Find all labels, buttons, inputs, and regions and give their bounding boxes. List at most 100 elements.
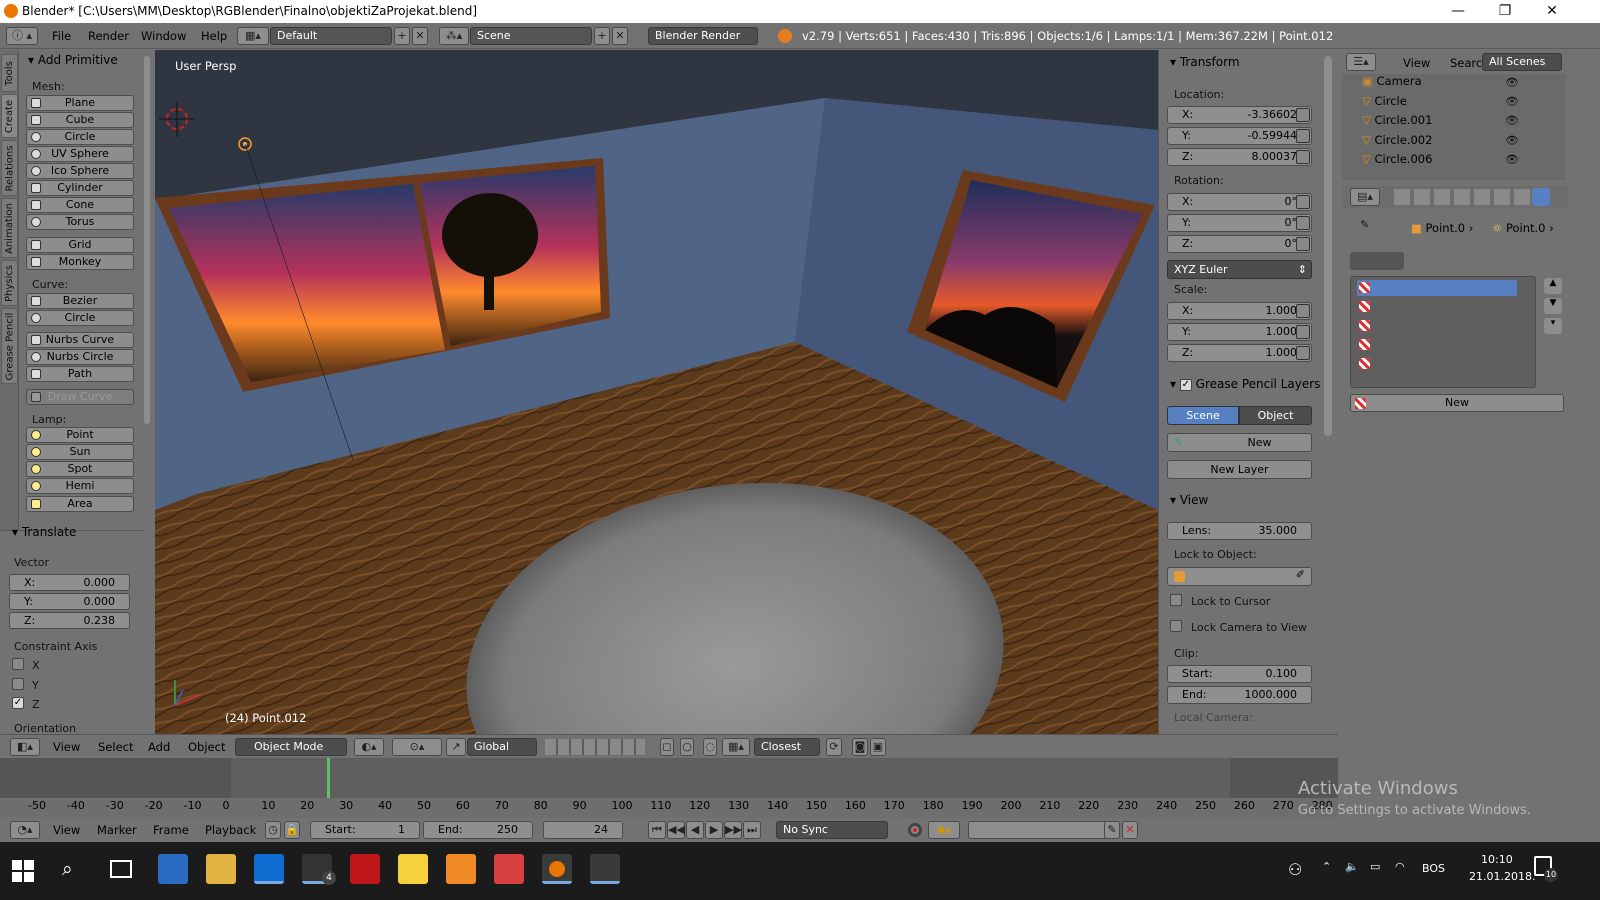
maximize-button[interactable]: ❐ [1482,0,1528,23]
battery-icon[interactable]: ▭ [1370,860,1380,873]
add-scene-button[interactable]: + [594,27,610,45]
add-cylinder-button[interactable]: Cylinder [26,180,134,196]
play-button[interactable]: ▶ [705,821,723,839]
properties-editor-icon[interactable]: ▤▴ [1350,188,1380,206]
outliner-filter-select[interactable]: All Scenes [1482,53,1562,71]
lock-rotation-y-icon[interactable] [1296,216,1310,230]
transform-header[interactable]: ▾ Transform [1170,55,1240,69]
translate-header[interactable]: ▾ Translate [12,525,76,539]
add-torus-button[interactable]: Torus [26,214,134,230]
vp-add-menu[interactable]: Add [148,740,170,754]
lock-location-z-icon[interactable] [1296,150,1310,164]
tab-create[interactable]: Create [1,94,18,138]
tab-physics[interactable]: Physics [1,260,18,306]
screen-layout-icon[interactable]: ▦▴ [237,27,269,45]
menu-help[interactable]: Help [201,29,227,43]
add-hemi-lamp-button[interactable]: Hemi [26,478,134,494]
paint-icon[interactable] [590,854,620,884]
snap-element-icon[interactable]: ▦▴ [722,738,750,756]
active-keying-set-field[interactable] [968,821,1108,839]
texture-slot-selected[interactable] [1357,280,1517,296]
snap-target-select[interactable]: Closest [754,738,820,756]
lock-rotation-x-icon[interactable] [1296,195,1310,209]
add-curve-circle-button[interactable]: Circle [26,310,134,326]
move-up-button[interactable]: ▲ [1544,278,1562,294]
add-grid-button[interactable]: Grid [26,237,134,253]
add-path-button[interactable]: Path [26,366,134,382]
timeline[interactable]: -50 -40 -30 -20 -10 0 10 20 30 40 50 60 70 80 90 100 110… [0,758,1338,818]
visibility-eye-icon[interactable]: 👁 [1505,153,1519,166]
viewport-shading-icon[interactable]: ◐▴ [354,738,384,756]
visibility-eye-icon[interactable]: 👁 [1505,76,1519,89]
visibility-eye-icon[interactable]: 👁 [1505,95,1519,108]
add-spot-lamp-button[interactable]: Spot [26,461,134,477]
add-point-lamp-button[interactable]: Point [26,427,134,443]
gp-scene-tab[interactable]: Scene [1167,406,1239,425]
minimize-button[interactable]: — [1435,0,1481,23]
prev-keyframe-button[interactable]: ◀◀ [667,821,685,839]
render-engine-select[interactable]: Blender Render [648,27,758,45]
remove-scene-button[interactable]: ✕ [612,27,628,45]
texture-slot-list[interactable] [1350,276,1536,388]
blender-taskbar-icon[interactable] [542,854,572,884]
tl-playback-menu[interactable]: Playback [205,823,256,837]
outliner-editor-icon[interactable]: ☰▴ [1346,53,1376,71]
sync-mode-select[interactable]: No Sync [776,821,888,839]
rotation-mode-select[interactable]: XYZ Euler ⇕ [1167,260,1312,279]
visibility-eye-icon[interactable]: 👁 [1505,114,1519,127]
search-icon[interactable]: ⌕ [62,858,73,880]
show-hidden-icons[interactable]: ⌃ [1322,860,1331,873]
close-button[interactable]: ✕ [1529,0,1575,23]
new-texture-button[interactable]: New [1350,394,1564,412]
lock-scale-y-icon[interactable] [1296,325,1310,339]
snap-icon[interactable]: ◌ [703,738,717,756]
snap-align-icon[interactable]: ⟳ [826,738,842,756]
current-frame-field[interactable]: 24 [543,821,623,839]
lock-range-icon[interactable]: 🔒 [284,821,300,839]
jump-start-button[interactable]: ⏮ [648,821,666,839]
jump-end-button[interactable]: ⏭ [743,821,761,839]
add-area-lamp-button[interactable]: Area [26,496,134,512]
outliner-view-menu[interactable]: View [1403,56,1430,70]
add-bezier-button[interactable]: Bezier [26,293,134,309]
constraint-y-checkbox[interactable] [12,678,24,690]
start-frame-field[interactable]: Start: 1 [310,821,420,839]
manipulator-icon[interactable]: ↗ [446,738,466,756]
location-z-field[interactable]: Z: 8.00037 [1167,148,1312,166]
scale-x-field[interactable]: X: 1.000 [1167,302,1312,320]
delete-keyframe-icon[interactable]: ✕ [1122,821,1138,839]
proportional-edit-icon[interactable]: ○ [680,738,694,756]
add-screen-button[interactable]: + [394,27,410,45]
add-nurbs-curve-button[interactable]: Nurbs Curve [26,332,134,348]
context-tab-icons[interactable] [1394,189,1554,205]
visibility-eye-icon[interactable]: 👁 [1505,134,1519,147]
lock-scale-z-icon[interactable] [1296,346,1310,360]
add-sun-lamp-button[interactable]: Sun [26,444,134,460]
gp-new-button[interactable]: ✎ New [1167,433,1312,452]
translate-y-field[interactable]: Y: 0.000 [9,593,130,610]
opengl-anim-icon[interactable]: ▣ [870,738,886,756]
record-button[interactable] [908,823,922,837]
translate-x-field[interactable]: X: 0.000 [9,574,130,591]
current-frame-marker[interactable] [327,758,330,798]
menu-window[interactable]: Window [141,29,186,43]
add-cone-button[interactable]: Cone [26,197,134,213]
tab-relations[interactable]: Relations [1,140,18,196]
add-cube-button[interactable]: Cube [26,112,134,128]
windows-start-icon[interactable] [12,860,34,882]
app-icon[interactable] [494,854,524,884]
rotation-y-field[interactable]: Y: 0° [1167,214,1312,232]
end-frame-field[interactable]: End: 250 [423,821,533,839]
slot-specials-button[interactable]: ▾ [1544,318,1562,334]
tl-frame-menu[interactable]: Frame [153,823,189,837]
shelf-scrollbar[interactable] [144,56,150,424]
people-icon[interactable]: ⚇ [1288,860,1302,879]
translate-z-field[interactable]: Z: 0.238 [9,612,130,629]
tl-marker-menu[interactable]: Marker [97,823,137,837]
pin-icon[interactable]: ✎ [1360,218,1369,231]
clip-end-field[interactable]: End: 1000.000 [1167,686,1312,704]
wifi-icon[interactable]: ◠ [1395,860,1405,873]
next-keyframe-button[interactable]: ▶▶ [724,821,742,839]
3d-viewport[interactable]: User Persp (24) Point.012 [155,50,1158,734]
store-icon[interactable] [158,854,188,884]
